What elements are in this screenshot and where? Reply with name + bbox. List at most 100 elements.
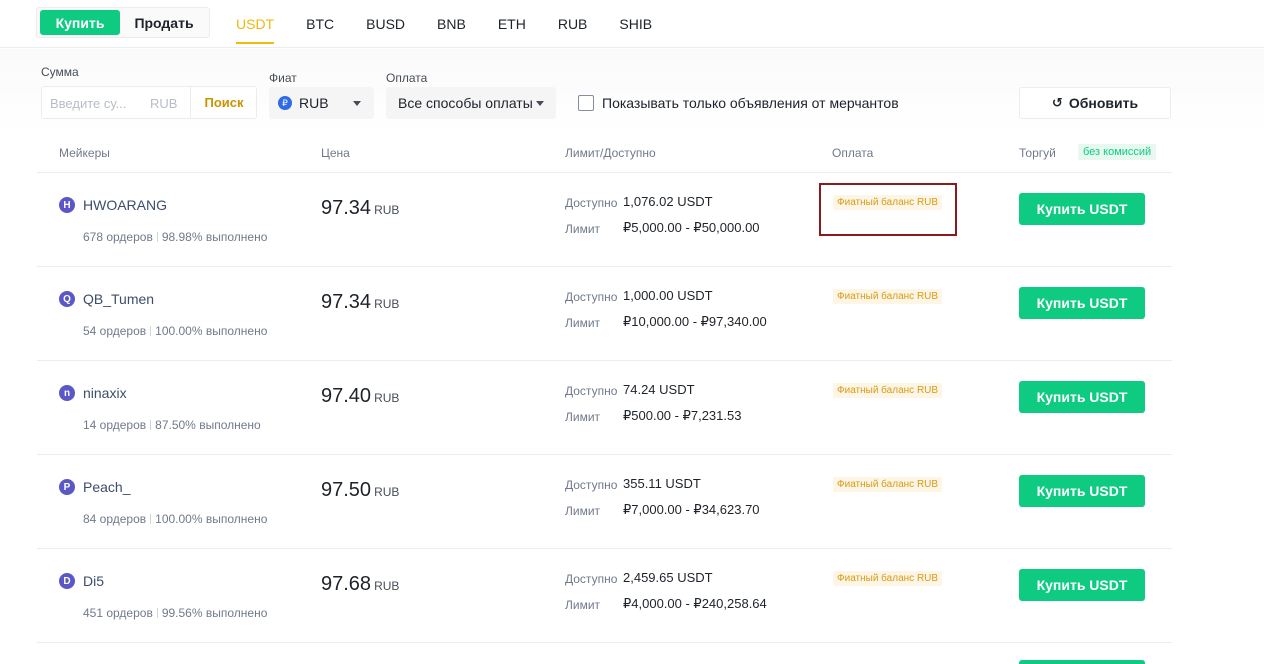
- available-label: Доступно: [565, 290, 618, 304]
- orders-count: 451 ордеров: [83, 606, 153, 620]
- asset-tab-eth[interactable]: ETH: [498, 0, 526, 48]
- merchant-stats: 678 ордеров 98.98% выполнено: [83, 230, 267, 244]
- no-fee-badge: без комиссий: [1078, 144, 1157, 160]
- asset-tab-btc[interactable]: BTC: [306, 0, 334, 48]
- limit-label: Лимит: [565, 410, 601, 424]
- available-value: 74.24 USDT: [623, 382, 695, 397]
- payment-value: Все способы оплаты: [398, 95, 533, 111]
- asset-tab-bnb[interactable]: BNB: [437, 0, 466, 48]
- orders-count: 54 ордеров: [83, 324, 147, 338]
- fiat-value: RUB: [299, 95, 329, 111]
- price-value: 97.34: [321, 197, 372, 219]
- price-unit: RUB: [374, 391, 400, 405]
- table-row: n ninaxix 14 ордеров 87.50% выполнено 97.40 R…: [37, 361, 1172, 455]
- buy-sell-toggle: Купить Продать: [36, 7, 210, 38]
- stats-divider: [156, 608, 158, 618]
- buy-usdt-button[interactable]: Купить USDT: [1019, 569, 1145, 601]
- price-unit: RUB: [374, 297, 400, 311]
- asset-tab-usdt[interactable]: USDT: [236, 0, 275, 48]
- amount-placeholder: Введите су...: [50, 96, 127, 111]
- buy-button-partial[interactable]: [1019, 660, 1145, 664]
- col-limit-available: Лимит/Доступно: [565, 146, 656, 160]
- stats-divider: [150, 420, 152, 430]
- orders-count: 14 ордеров: [83, 418, 147, 432]
- search-button[interactable]: Поиск: [190, 87, 257, 118]
- available-value: 2,459.65 USDT: [623, 570, 713, 585]
- available-label: Доступно: [565, 478, 618, 492]
- merchant-name[interactable]: QB_Tumen: [83, 291, 154, 307]
- limit-label: Лимит: [565, 598, 601, 612]
- chevron-down-icon: [353, 101, 361, 106]
- ruble-icon: ₽: [278, 96, 292, 110]
- merchant-stats: 14 ордеров 87.50% выполнено: [83, 418, 261, 432]
- refresh-button[interactable]: ↺ Обновить: [1019, 87, 1171, 119]
- merchant-only-checkbox[interactable]: Показывать только объявления от мерчанто…: [578, 95, 899, 111]
- completion-rate: 99.56% выполнено: [161, 606, 268, 620]
- col-trade: Торгуй: [1019, 146, 1056, 160]
- refresh-label: Обновить: [1068, 95, 1139, 111]
- orders-count: 678 ордеров: [83, 230, 153, 244]
- merchant-stats: 84 ордеров 100.00% выполнено: [83, 512, 267, 526]
- merchant-name[interactable]: ninaxix: [83, 385, 127, 401]
- price: 97.34 RUB: [321, 197, 399, 220]
- price: 97.50 RUB: [321, 479, 399, 502]
- price-unit: RUB: [374, 203, 400, 217]
- buy-usdt-button[interactable]: Купить USDT: [1019, 475, 1145, 507]
- completion-rate: 87.50% выполнено: [155, 418, 261, 432]
- col-makers: Мейкеры: [59, 146, 110, 160]
- payment-method-tag: Фиатный баланс RUB: [833, 289, 943, 304]
- buy-tab[interactable]: Купить: [40, 10, 120, 35]
- merchant-only-label: Показывать только объявления от мерчанто…: [602, 95, 899, 111]
- available-label: Доступно: [565, 196, 618, 210]
- merchant-stats: 451 ордеров 99.56% выполнено: [83, 606, 267, 620]
- avatar: D: [59, 573, 75, 589]
- limit-value: ₽500.00 - ₽7,231.53: [623, 408, 742, 423]
- merchant-stats: 54 ордеров 100.00% выполнено: [83, 324, 267, 338]
- payment-method-tag: Фиатный баланс RUB: [833, 383, 943, 398]
- stats-divider: [150, 514, 152, 524]
- avatar: P: [59, 479, 75, 495]
- price-value: 97.40: [321, 385, 372, 407]
- buy-usdt-button[interactable]: Купить USDT: [1019, 381, 1145, 413]
- fiat-label: Фиат: [269, 71, 297, 85]
- price: 97.40 RUB: [321, 385, 399, 408]
- price-value: 97.68: [321, 573, 372, 595]
- price-unit: RUB: [374, 579, 400, 593]
- price-value: 97.50: [321, 479, 372, 501]
- limit-label: Лимит: [565, 222, 601, 236]
- col-payment: Оплата: [832, 146, 874, 160]
- available-label: Доступно: [565, 572, 618, 586]
- buy-usdt-button[interactable]: Купить USDT: [1019, 287, 1145, 319]
- price: 97.34 RUB: [321, 291, 399, 314]
- merchant-name[interactable]: Peach_: [83, 479, 130, 495]
- asset-tabs: USDT BTC BUSD BNB ETH RUB SHIB: [236, 0, 684, 48]
- price-unit: RUB: [374, 485, 400, 499]
- orders-count: 84 ордеров: [83, 512, 147, 526]
- checkbox-icon: [578, 95, 594, 111]
- limit-value: ₽7,000.00 - ₽34,623.70: [623, 502, 760, 517]
- completion-rate: 100.00% выполнено: [155, 512, 268, 526]
- completion-rate: 100.00% выполнено: [155, 324, 268, 338]
- limit-value: ₽4,000.00 - ₽240,258.64: [623, 596, 767, 611]
- amount-currency: RUB: [150, 96, 178, 111]
- sell-tab[interactable]: Продать: [121, 10, 207, 35]
- refresh-icon: ↺: [1051, 95, 1063, 110]
- buy-usdt-button[interactable]: Купить USDT: [1019, 193, 1145, 225]
- payment-select[interactable]: Все способы оплаты: [386, 87, 556, 119]
- limit-label: Лимит: [565, 316, 601, 330]
- available-value: 1,076.02 USDT: [623, 194, 713, 209]
- available-value: 1,000.00 USDT: [623, 288, 713, 303]
- fiat-select[interactable]: ₽ RUB: [269, 87, 374, 119]
- asset-tab-shib[interactable]: SHIB: [619, 0, 652, 48]
- amount-field[interactable]: Введите су... RUB Поиск: [41, 86, 257, 119]
- merchant-name[interactable]: HWOARANG: [83, 197, 167, 213]
- completion-rate: 98.98% выполнено: [161, 230, 268, 244]
- limit-value: ₽5,000.00 - ₽50,000.00: [623, 220, 760, 235]
- merchant-name[interactable]: Di5: [83, 573, 104, 589]
- asset-tab-rub[interactable]: RUB: [558, 0, 588, 48]
- payment-method-tag: Фиатный баланс RUB: [833, 195, 943, 210]
- chevron-down-icon: [536, 101, 544, 106]
- top-bar: Купить Продать USDT BTC BUSD BNB ETH RUB…: [0, 0, 1264, 48]
- asset-tab-busd[interactable]: BUSD: [366, 0, 405, 48]
- avatar: Q: [59, 291, 75, 307]
